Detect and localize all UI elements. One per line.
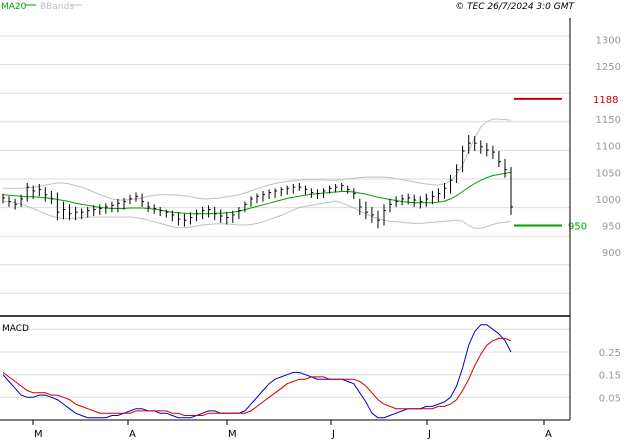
price-tick-label: 1250 (596, 62, 621, 73)
price-bar (268, 189, 272, 199)
price-bar (341, 183, 344, 191)
macd-grid (0, 328, 570, 398)
month-label: J (427, 429, 431, 440)
ma20-legend-label: MA20 (1, 2, 27, 12)
stock-chart: MA20 BBands © TEC 26/7/2024 3:0 GMT 9009… (0, 2, 621, 440)
level-label: 1188 (593, 95, 618, 106)
macd-signal-line (2, 337, 512, 416)
price-bar (353, 188, 356, 199)
macd-tick-label: 0.05 (599, 393, 621, 404)
price-bar (492, 145, 495, 159)
price-bar (425, 193, 429, 207)
price-bar (359, 198, 362, 215)
price-bar (26, 183, 30, 202)
price-bar (317, 189, 320, 199)
macd-axis-ticks: 0.05 0.15 0.25 (599, 348, 621, 404)
chart-frame (0, 18, 571, 421)
price-bar (141, 193, 145, 207)
chart-header: MA20 BBands © TEC 26/7/2024 3:0 GMT (1, 2, 576, 12)
price-bar (117, 198, 120, 213)
price-bar (214, 206, 217, 221)
price-bar (292, 184, 296, 194)
price-tick-label: 1000 (596, 195, 621, 206)
price-bars (2, 135, 513, 229)
price-bar (165, 209, 169, 218)
month-label: A (129, 429, 136, 440)
price-bar (474, 136, 477, 151)
price-bar (365, 201, 368, 220)
price-bar (8, 196, 11, 207)
price-bar (437, 188, 441, 202)
bollinger-upper-band (3, 118, 512, 201)
level-label: 950 (568, 222, 587, 233)
price-bar (238, 206, 241, 220)
price-grid (0, 35, 570, 294)
price-bar (256, 193, 259, 204)
price-bar (220, 209, 223, 223)
price-bar (226, 212, 229, 225)
price-bar (56, 192, 60, 221)
price-bar (202, 206, 205, 220)
price-bar (480, 140, 483, 154)
price-bar (280, 187, 284, 197)
price-bar (159, 206, 163, 216)
price-bar (395, 196, 399, 207)
month-label: M (34, 429, 43, 440)
price-bar (50, 190, 54, 205)
price-bar (462, 145, 465, 173)
price-tick-label: 900 (602, 248, 621, 259)
price-bar (274, 188, 278, 198)
price-axis-ticks: 900 950 1000 1050 1100 1150 1250 1300 (596, 35, 621, 259)
price-bar (486, 143, 489, 157)
price-bar (371, 206, 374, 223)
price-bar (63, 201, 66, 220)
price-bar (87, 206, 90, 218)
bbands-legend-label: BBands (40, 2, 74, 12)
price-tick-label: 1050 (596, 168, 621, 179)
price-tick-label: 950 (602, 222, 621, 233)
price-bar (262, 190, 265, 202)
bollinger-lower-band (2, 200, 512, 229)
price-bar (298, 183, 302, 191)
price-bar (111, 201, 114, 213)
macd-panel: 0.05 0.15 0.25 MACD (0, 324, 621, 419)
price-tick-label: 1100 (596, 142, 621, 153)
price-bar (504, 159, 507, 178)
price-bar (99, 204, 102, 215)
copyright-text: © TEC 26/7/2024 3:0 GMT (455, 2, 575, 12)
price-bar (196, 209, 199, 222)
price-tick-label: 1150 (596, 115, 621, 126)
price-bar (450, 175, 453, 194)
month-label: J (331, 429, 335, 440)
price-bar (250, 196, 253, 207)
price-bar (135, 192, 138, 202)
price-bar (347, 185, 350, 194)
month-label: A (545, 429, 552, 440)
price-bar (310, 188, 314, 198)
price-bar (304, 185, 308, 195)
macd-tick-label: 0.15 (599, 371, 621, 382)
macd-tick-label: 0.25 (599, 348, 621, 359)
price-bar (401, 194, 405, 206)
price-bar (498, 151, 501, 167)
price-panel: 900 950 1000 1050 1100 1150 1250 1300 1188 950 (0, 35, 621, 294)
macd-panel-title: MACD (2, 324, 29, 334)
month-axis: MAMJJA (32, 420, 552, 440)
price-bar (335, 184, 338, 193)
price-tick-label: 1300 (596, 35, 621, 46)
price-bar (389, 198, 392, 213)
price-bar (147, 201, 151, 213)
price-bar (177, 212, 181, 226)
month-label: M (228, 429, 237, 440)
price-bar (286, 185, 290, 195)
price-bar (183, 213, 187, 227)
macd-line (2, 324, 512, 419)
price-bar (244, 201, 247, 213)
price-bar (468, 135, 471, 154)
price-bar (69, 204, 72, 221)
price-bar (413, 194, 417, 207)
price-bar (44, 187, 48, 202)
price-bar (444, 183, 447, 199)
